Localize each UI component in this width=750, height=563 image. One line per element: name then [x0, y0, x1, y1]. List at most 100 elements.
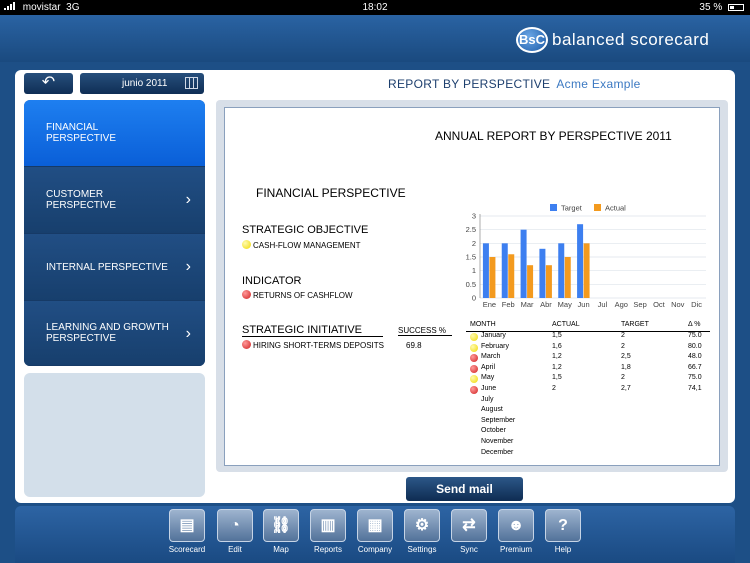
x-tick-label: Ago — [615, 300, 628, 309]
x-tick-label: Mar — [521, 300, 534, 309]
month-cell: March — [481, 353, 501, 361]
x-tick-label: Oct — [653, 300, 666, 309]
col-actual: ACTUAL — [552, 321, 580, 328]
sidebar-item-label: FINANCIAL PERSPECTIVE — [46, 122, 117, 144]
bar-actual-mar — [527, 265, 534, 298]
indicator-label: INDICATOR — [242, 275, 302, 287]
toolbar-scorecard-button[interactable]: ▤ Scorecard — [168, 509, 206, 557]
status-red-icon — [470, 364, 478, 373]
target-cell: 2 — [621, 332, 625, 339]
actual-cell: 1,2 — [552, 363, 562, 371]
col-delta: Δ % — [688, 321, 701, 328]
x-tick-label: Jun — [578, 300, 590, 309]
send-mail-button[interactable]: Send mail — [406, 477, 523, 501]
toolbar-reports-button[interactable]: ▥ Reports — [309, 509, 347, 557]
target-cell: 2 — [621, 342, 625, 350]
toolbar-label: Edit — [228, 545, 242, 554]
table-row: April 1,2 1,8 66.7 — [466, 364, 710, 375]
toolbar-help-button[interactable]: ? Help — [544, 509, 582, 557]
bar-actual-jun — [583, 243, 590, 298]
bar-actual-ene — [489, 257, 496, 298]
status-yellow-icon — [470, 333, 478, 341]
delta-cell: 74,1 — [688, 384, 702, 392]
success-label: SUCCESS % — [398, 326, 452, 336]
month-cell: June — [481, 384, 497, 392]
sidebar-item-label: CUSTOMER PERSPECTIVE — [46, 189, 117, 211]
table-row: January 1,5 2 75.0 — [466, 332, 710, 343]
target-cell: 2 — [621, 374, 625, 382]
monthly-chart: 0 0.5 1 1.5 2 2.5 3 Ene Feb Mar Abr May Jun Jul Ago Se… — [466, 204, 706, 309]
col-target: TARGET — [621, 321, 649, 328]
status-red-icon — [470, 354, 478, 363]
delta-cell: 48.0 — [688, 353, 702, 361]
status-red-icon — [470, 385, 478, 394]
strategic-objective: CASH-FLOW MANAGEMENT — [242, 240, 361, 250]
sidebar-item-customer[interactable]: CUSTOMER PERSPECTIVE › — [24, 167, 205, 234]
month-cell: April — [481, 363, 496, 371]
toolbar-company-button[interactable]: ▦ Company — [356, 509, 394, 557]
actual-cell: 1,6 — [552, 342, 562, 350]
initiative-success: 69.8 — [406, 341, 422, 350]
user-icon: ☻ — [498, 509, 534, 542]
actual-cell: 2 — [552, 384, 556, 392]
y-tick-label: 2 — [472, 239, 476, 248]
actual-cell: 1,5 — [552, 332, 562, 339]
col-month: MONTH — [470, 321, 496, 328]
sidebar-item-internal[interactable]: INTERNAL PERSPECTIVE › — [24, 234, 205, 301]
x-tick-label: Sep — [633, 300, 646, 309]
y-tick-label: 0.5 — [466, 280, 476, 289]
month-cell: August — [481, 406, 503, 414]
battery-icon — [728, 3, 744, 11]
calendar-icon — [185, 77, 198, 89]
y-tick-label: 0 — [472, 294, 476, 303]
reports-icon: ▥ — [310, 509, 346, 542]
toolbar-map-button[interactable]: ⛓ Map — [262, 509, 300, 557]
objective-text: CASH-FLOW MANAGEMENT — [253, 241, 361, 250]
scorecard-icon: ▤ — [169, 509, 205, 542]
bar-target-may — [558, 243, 565, 298]
table-row: October — [466, 427, 710, 438]
status-yellow-icon — [470, 343, 478, 352]
month-cell: July — [481, 395, 494, 403]
annual-report-title: ANNUAL REPORT BY PERSPECTIVE 2011 — [435, 129, 672, 143]
toolbar-label: Settings — [407, 545, 437, 554]
bar-target-feb — [501, 243, 508, 298]
gauge-icon: ◔ — [217, 509, 253, 542]
map-link-icon: ⛓ — [263, 509, 299, 542]
toolbar-edit-button[interactable]: ◔ Edit — [216, 509, 254, 557]
chevron-right-icon: › — [185, 325, 191, 342]
target-cell: 1,8 — [621, 363, 631, 371]
month-cell: January — [481, 332, 506, 339]
y-tick-label: 1.5 — [466, 253, 476, 262]
chevron-right-icon: › — [185, 258, 191, 275]
x-tick-label: Dic — [691, 300, 702, 309]
toolbar-sync-button[interactable]: ⇄ Sync — [450, 509, 488, 557]
x-tick-label: May — [558, 300, 572, 309]
month-cell: May — [481, 374, 495, 382]
strategic-objective-label: STRATEGIC OBJECTIVE — [242, 224, 369, 236]
toolbar-label: Map — [273, 545, 289, 554]
toolbar-settings-button[interactable]: ⚙ Settings — [403, 509, 441, 557]
bar-target-ene — [482, 243, 489, 298]
delta-cell: 80.0 — [688, 342, 702, 350]
x-tick-label: Jul — [598, 300, 608, 309]
month-cell: October — [481, 427, 506, 435]
sidebar-item-learning-growth[interactable]: LEARNING AND GROWTH PERSPECTIVE › — [24, 301, 205, 366]
help-icon: ? — [545, 509, 581, 542]
indicator: RETURNS OF CASHFLOW — [242, 290, 353, 300]
gear-icon: ⚙ — [404, 509, 440, 542]
date-picker-button[interactable]: junio 2011 — [80, 73, 204, 94]
table-row: December — [466, 449, 710, 460]
toolbar-label: Scorecard — [168, 545, 206, 554]
delta-cell: 66.7 — [688, 363, 702, 371]
legend-label: Actual — [605, 204, 626, 213]
actual-cell: 1,5 — [552, 374, 562, 382]
back-button[interactable]: ↶ — [24, 73, 73, 94]
x-tick-label: Nov — [671, 300, 685, 309]
toolbar-premium-button[interactable]: ☻ Premium — [497, 509, 535, 557]
table-row: November — [466, 438, 710, 449]
table-row: July — [466, 396, 710, 407]
sidebar-item-financial[interactable]: FINANCIAL PERSPECTIVE — [24, 100, 205, 167]
bar-target-jun — [577, 224, 584, 298]
battery-percent: 35 % — [699, 2, 723, 13]
